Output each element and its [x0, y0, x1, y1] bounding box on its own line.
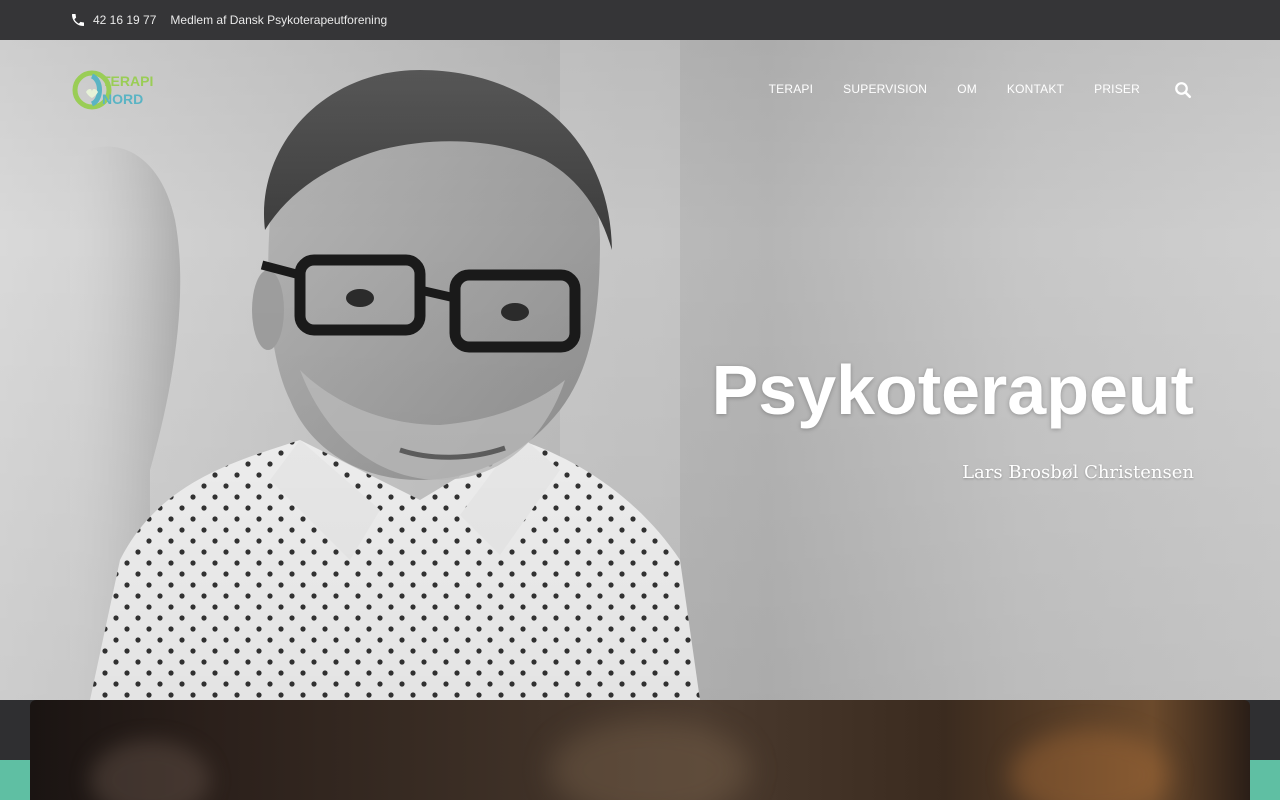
membership-text: Medlem af Dansk Psykoterapeutforening	[170, 13, 388, 27]
nav-supervision[interactable]: SUPERVISION	[843, 82, 927, 96]
phone-number-link[interactable]: 42 16 19 77	[93, 13, 156, 27]
nav-priser[interactable]: PRISER	[1094, 82, 1140, 96]
search-icon[interactable]	[1174, 81, 1192, 99]
nav-om[interactable]: OM	[957, 82, 977, 96]
top-bar: 42 16 19 77 Medlem af Dansk Psykoterapeu…	[0, 0, 1280, 40]
logo-text-top: TERAPI	[102, 73, 153, 89]
hero-subtitle: Lars Brosbøl Christensen	[962, 462, 1194, 483]
terapi-nord-logo[interactable]: TERAPI NORD	[72, 66, 154, 114]
main-nav: TERAPI SUPERVISION OM KONTAKT PRISER	[769, 82, 1140, 96]
hero-title: Psykoterapeut	[711, 351, 1194, 429]
featured-image-card	[30, 700, 1250, 800]
nav-kontakt[interactable]: KONTAKT	[1007, 82, 1064, 96]
phone-icon	[72, 14, 84, 26]
nav-terapi[interactable]: TERAPI	[769, 82, 814, 96]
logo-text-bottom: NORD	[102, 91, 143, 107]
